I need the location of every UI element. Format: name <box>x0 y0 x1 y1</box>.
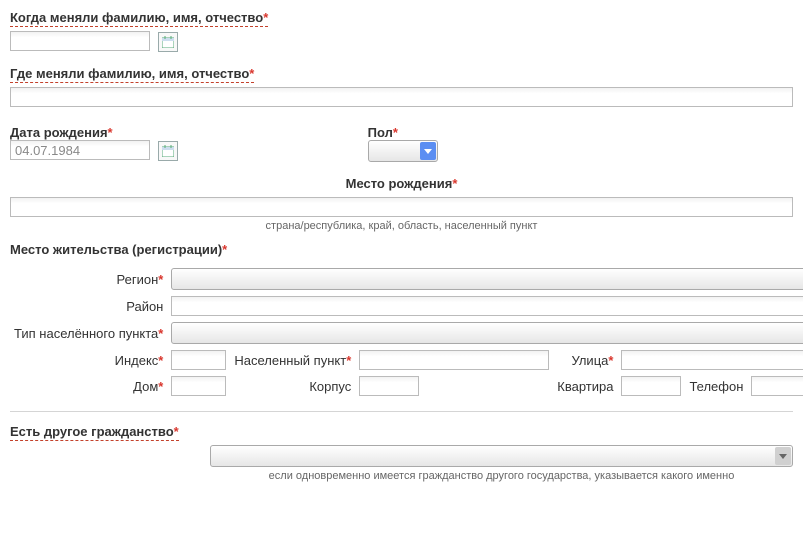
index-label: Индекс <box>115 353 159 368</box>
dob-input[interactable] <box>10 140 150 160</box>
other-citizenship-label: Есть другое гражданство* <box>10 424 179 441</box>
other-citizenship-select[interactable] <box>210 445 793 467</box>
calendar-icon[interactable] <box>158 141 178 161</box>
birthplace-hint: страна/республика, край, область, населе… <box>10 220 793 232</box>
calendar-icon[interactable] <box>158 32 178 52</box>
dob-label: Дата рождения* <box>10 125 113 140</box>
birthplace-label: Место рождения* <box>10 176 793 191</box>
phone-label: Телефон <box>689 379 743 394</box>
region-select[interactable] <box>171 268 803 290</box>
building-input[interactable] <box>359 376 419 396</box>
house-input[interactable] <box>171 376 226 396</box>
house-label: Дом <box>133 379 158 394</box>
residence-header: Место жительства (регистрации)* <box>10 242 793 257</box>
district-label: Район <box>126 299 163 314</box>
gender-select[interactable] <box>368 140 438 162</box>
name-change-where-input[interactable] <box>10 87 793 107</box>
district-input[interactable] <box>171 296 803 316</box>
settlement-type-label: Тип населённого пункта <box>14 326 158 341</box>
phone-input[interactable] <box>751 376 803 396</box>
name-change-when-input[interactable] <box>10 31 150 51</box>
settlement-label: Населенный пункт <box>234 353 346 368</box>
street-label: Улица <box>571 353 608 368</box>
index-input[interactable] <box>171 350 226 370</box>
gender-label: Пол* <box>368 125 398 140</box>
region-label: Регион <box>117 272 159 287</box>
birthplace-input[interactable] <box>10 197 793 217</box>
building-label: Корпус <box>309 379 351 394</box>
flat-label: Квартира <box>557 379 613 394</box>
name-change-where-label: Где меняли фамилию, имя, отчество* <box>10 66 254 83</box>
other-citizenship-hint: если одновременно имеется гражданство др… <box>210 470 793 482</box>
flat-input[interactable] <box>621 376 681 396</box>
street-input[interactable] <box>621 350 803 370</box>
settlement-type-select[interactable] <box>171 322 803 344</box>
settlement-input[interactable] <box>359 350 549 370</box>
name-change-when-label: Когда меняли фамилию, имя, отчество* <box>10 10 268 27</box>
